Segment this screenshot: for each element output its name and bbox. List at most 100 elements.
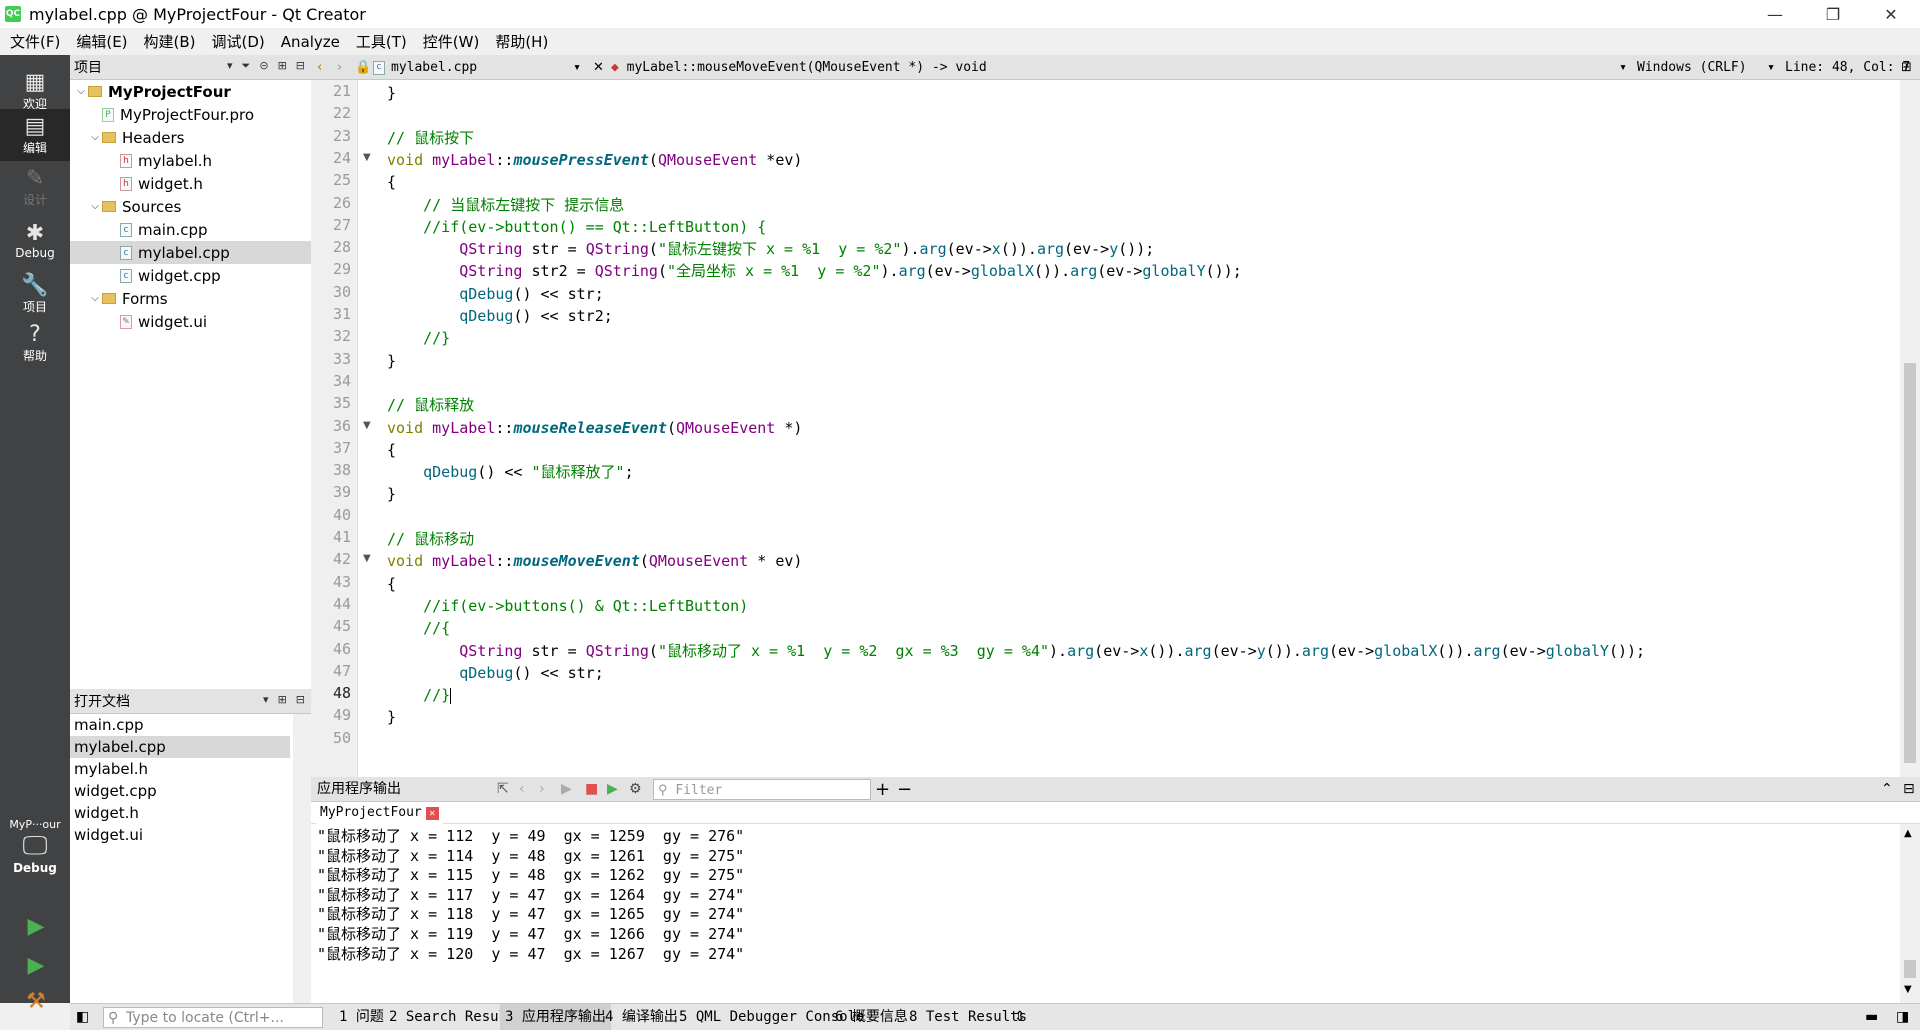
code-line[interactable]: // 鼠标按下 [387,127,474,149]
menu-build[interactable]: 构建(B) [136,28,204,55]
dropdown-icon[interactable]: ▾ [227,59,233,73]
locator-input[interactable]: ⚲ Type to locate (Ctrl+... [103,1007,323,1028]
symbol-selector[interactable]: ◆ myLabel::mouseMoveEvent(QMouseEvent *)… [611,55,1631,80]
progress-details-icon[interactable]: ▬ [1865,1004,1878,1030]
close-panel-icon[interactable]: ⊟ [296,59,305,73]
menu-analyze[interactable]: Analyze [273,28,348,55]
fold-marker-icon[interactable]: ▼ [363,420,371,431]
tree-item-mylabel-h[interactable]: h mylabel.h [70,149,311,172]
scrollbar-thumb[interactable] [1904,960,1916,978]
menu-widgets[interactable]: 控件(W) [415,28,488,55]
mode-debug[interactable]: ✱ Debug [0,215,70,267]
run-button[interactable]: ▶ [22,912,50,940]
status-issues-button[interactable]: 1 问题 [334,1004,389,1030]
code-line[interactable]: { [387,439,396,461]
code-line[interactable]: qDebug() << "鼠标释放了"; [387,461,633,483]
code-line[interactable]: QString str = QString("鼠标左键按下 x = %1 y =… [387,238,1154,260]
maximize-panel-icon[interactable]: ⌃ [1881,777,1893,802]
output-console[interactable]: "鼠标移动了 x = 112 y = 49 gx = 1259 gy = 276… [311,824,1900,1003]
chevron-down-icon[interactable]: ⌵ [88,293,102,304]
minimize-button[interactable]: — [1746,0,1804,28]
split-icon[interactable]: ⊞ [278,59,287,73]
menu-file[interactable]: 文件(F) [2,28,68,55]
forward-arrow-icon[interactable]: › [337,55,342,80]
toggle-sidebar-icon[interactable]: ◧ [76,1004,89,1030]
tree-item-main-cpp[interactable]: c main.cpp [70,218,311,241]
prev-icon[interactable]: ‹ [519,777,525,802]
code-line[interactable]: QString str2 = QString("全局坐标 x = %1 y = … [387,260,1242,282]
code-line[interactable]: // 鼠标释放 [387,394,474,416]
open-doc-item[interactable]: mylabel.h [70,758,290,780]
fold-marker-icon[interactable]: ▼ [363,553,371,564]
status-compile-output-button[interactable]: 4 编译输出 [600,1004,683,1030]
open-doc-item[interactable]: main.cpp [70,714,290,736]
close-panel-icon[interactable]: ⊟ [296,693,305,706]
link-icon[interactable]: ⊝ [259,59,268,73]
status-app-output-button[interactable]: 3 应用程序输出 [500,1004,611,1030]
menu-help[interactable]: 帮助(H) [487,28,556,55]
close-tab-icon[interactable]: ✕ [425,807,439,820]
next-icon[interactable]: › [539,777,545,802]
chevron-down-icon[interactable]: ⌵ [88,132,102,143]
scroll-up-icon[interactable]: ▲ [1904,828,1912,839]
zoom-in-icon[interactable]: + [875,777,890,802]
code-line[interactable]: // 鼠标移动 [387,528,474,550]
menu-debug[interactable]: 调试(D) [204,28,273,55]
chevron-down-icon[interactable]: ⌵ [74,86,88,97]
split-editor-icon[interactable]: ⊞ [1901,55,1912,80]
mode-design[interactable]: ✎ 设计 [0,161,70,213]
output-tab[interactable]: MyProjectFour ✕ [316,802,443,824]
rerun-icon[interactable]: ▶ [561,777,572,802]
open-documents-scrollbar[interactable] [293,714,311,1003]
mode-projects[interactable]: 🔧 项目 [0,268,70,320]
open-doc-item[interactable]: widget.ui [70,824,290,846]
open-doc-item[interactable]: mylabel.cpp [70,736,290,758]
filter-input[interactable]: ⚲ Filter [653,779,871,800]
code-line[interactable]: } [387,706,396,728]
code-line[interactable]: //if(ev->buttons() & Qt::LeftButton) [387,595,748,617]
code-line[interactable]: qDebug() << str; [387,662,604,684]
close-document-icon[interactable]: ✕ [593,55,604,80]
menu-edit[interactable]: 编辑(E) [68,28,135,55]
tree-item-widget-h[interactable]: h widget.h [70,172,311,195]
code-line[interactable]: } [387,82,396,104]
more-panes-icon[interactable]: ⇕ [1014,1004,1026,1030]
debug-run-button[interactable]: ▶ [22,951,50,979]
code-editor[interactable]: }// 鼠标按下 void myLabel::mousePressEvent(QM… [380,80,1900,777]
debug-run-icon[interactable]: ▶ [607,777,618,802]
open-doc-item[interactable]: widget.h [70,802,290,824]
tree-item-widget-ui[interactable]: ✎ widget.ui [70,310,311,333]
close-button[interactable]: ✕ [1862,0,1920,28]
code-line[interactable]: { [387,171,396,193]
open-documents-title[interactable]: 打开文档 [74,691,130,711]
fold-marker-icon[interactable]: ▼ [363,152,371,163]
scroll-down-icon[interactable]: ▼ [1904,984,1912,995]
code-line[interactable]: //if(ev->button() == Qt::LeftButton) { [387,216,766,238]
build-button[interactable]: ⚒ [22,987,50,1015]
tree-item-mylabel-cpp[interactable]: c mylabel.cpp [70,241,311,264]
code-line[interactable]: //} [387,684,452,706]
code-line[interactable]: //} [387,327,450,349]
back-arrow-icon[interactable]: ‹ [317,55,322,80]
code-line[interactable]: void myLabel::mouseMoveEvent(QMouseEvent… [387,550,802,572]
code-line[interactable]: } [387,483,396,505]
menu-tools[interactable]: 工具(T) [348,28,415,55]
open-doc-item[interactable]: widget.cpp [70,780,290,802]
editor-scrollbar[interactable] [1900,80,1920,777]
code-line[interactable]: { [387,573,396,595]
code-line[interactable]: void myLabel::mousePressEvent(QMouseEven… [387,149,802,171]
restore-button[interactable]: ❐ [1804,0,1862,28]
code-line[interactable]: QString str = QString("鼠标移动了 x = %1 y = … [387,640,1645,662]
zoom-out-icon[interactable]: − [897,777,912,802]
encoding-selector[interactable]: Windows (CRLF) ▾ [1637,55,1777,80]
tree-folder-sources[interactable]: ⌵ Sources [70,195,311,218]
split-icon[interactable]: ⊞ [278,693,287,706]
kit-selector[interactable]: MyP···our 🖵 Debug [0,818,70,898]
code-line[interactable]: // 当鼠标左键按下 提示信息 [387,194,624,216]
status-general-messages-button[interactable]: 6 概要信息 [830,1004,913,1030]
code-line[interactable]: qDebug() << str2; [387,305,613,327]
code-line[interactable]: void myLabel::mouseReleaseEvent(QMouseEv… [387,417,802,439]
tree-root[interactable]: ⌵ MyProjectFour [70,80,311,103]
chevron-down-icon[interactable]: ⌵ [88,201,102,212]
output-scrollbar[interactable]: ▲ ▼ [1900,824,1920,1003]
